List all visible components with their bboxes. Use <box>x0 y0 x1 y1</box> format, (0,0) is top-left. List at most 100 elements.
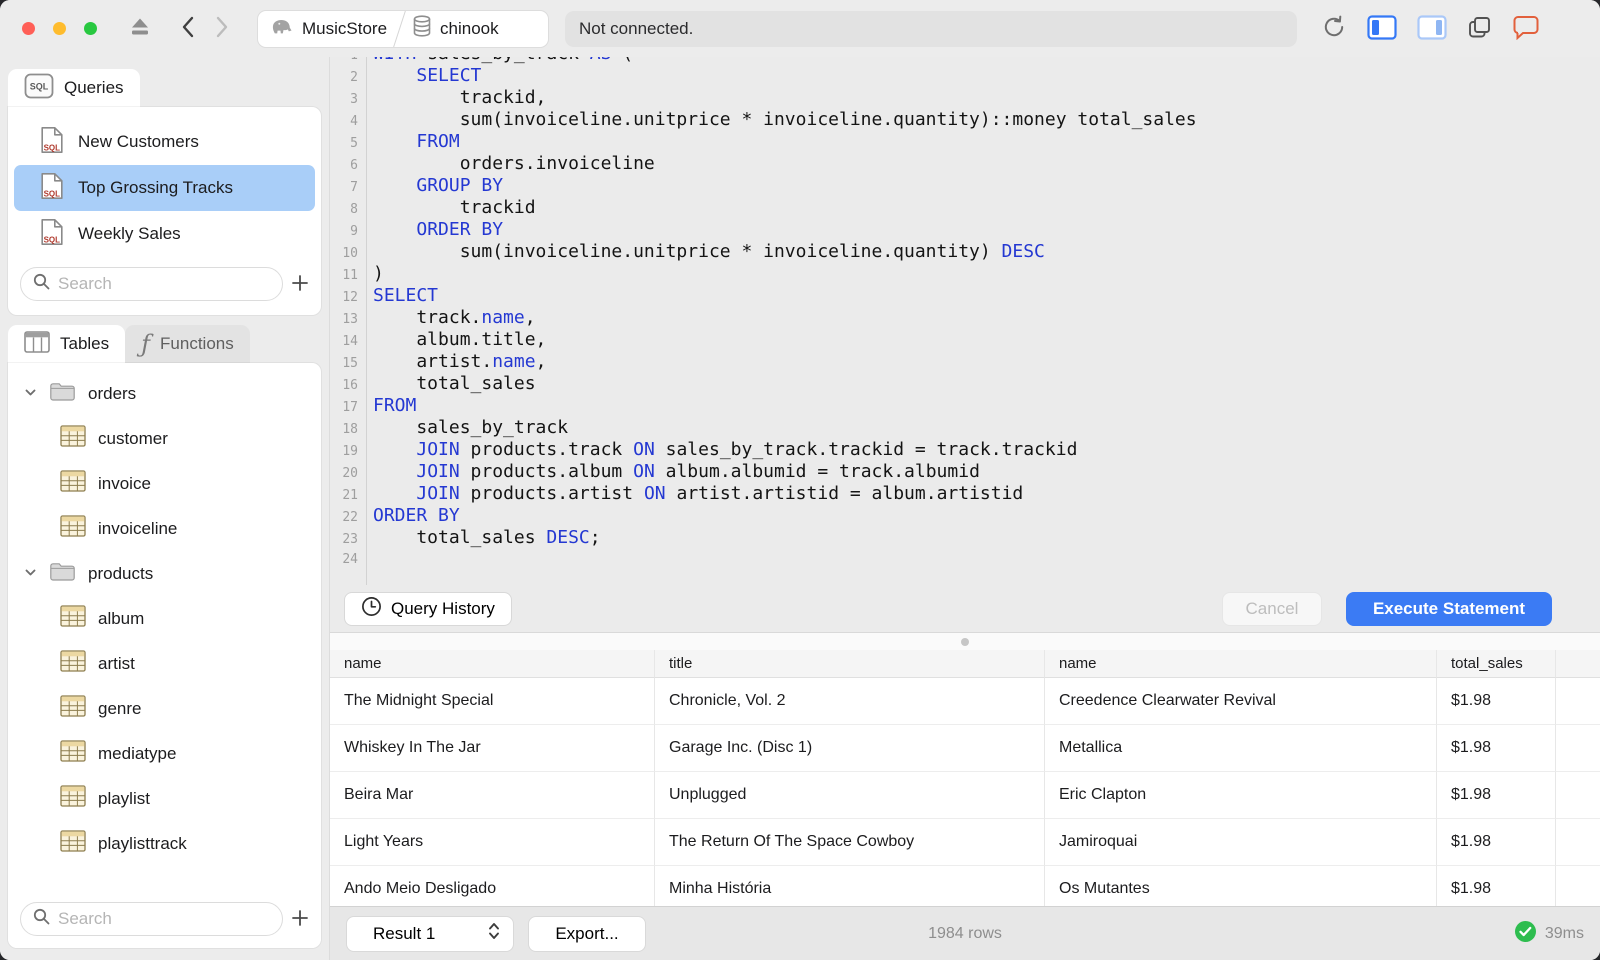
table-cell[interactable]: Garage Inc. (Disc 1) <box>655 725 1045 772</box>
back-button[interactable] <box>181 15 195 42</box>
code-text: FROM <box>416 131 460 152</box>
table-item[interactable]: invoice <box>8 461 321 506</box>
table-item[interactable]: customer <box>8 416 321 461</box>
tab-functions[interactable]: ƒ Functions <box>125 325 250 363</box>
results-header-row: name title name total_sales <box>330 650 1600 678</box>
schema-folder-item[interactable]: orders <box>8 371 321 416</box>
tree-item-label: playlist <box>98 788 150 808</box>
column-header[interactable]: name <box>330 650 655 678</box>
disconnect-eject-button[interactable] <box>127 15 153 42</box>
table-row[interactable]: The Midnight Special Chronicle, Vol. 2 Cre… <box>330 678 1600 725</box>
table-item[interactable]: playlist <box>8 776 321 821</box>
table-cell[interactable]: $1.98 <box>1437 819 1556 866</box>
table-cell[interactable]: Minha História <box>655 866 1045 906</box>
minimize-window-button[interactable] <box>53 22 66 35</box>
tab-queries[interactable]: SQL Queries <box>8 69 140 107</box>
table-cell[interactable]: Creedence Clearwater Revival <box>1045 678 1437 725</box>
table-cell[interactable]: The Midnight Special <box>330 678 655 725</box>
table-cell[interactable]: Chronicle, Vol. 2 <box>655 678 1045 725</box>
result-selector[interactable]: Result 1 <box>346 915 514 952</box>
tab-tables-label: Tables <box>60 334 110 353</box>
breadcrumb-database[interactable]: chinook <box>400 11 511 47</box>
queries-search-input[interactable]: Search <box>20 267 283 301</box>
tables-search-input[interactable]: Search <box>20 902 283 936</box>
column-header[interactable]: total_sales <box>1437 650 1556 678</box>
table-cell[interactable]: Metallica <box>1045 725 1437 772</box>
column-header[interactable]: title <box>655 650 1045 678</box>
toggle-right-sidebar-button[interactable] <box>1417 14 1447 43</box>
table-cell[interactable]: The Return Of The Space Cowboy <box>655 819 1045 866</box>
execute-statement-button[interactable]: Execute Statement <box>1346 591 1552 626</box>
sidebar-right-icon <box>1417 14 1447 43</box>
zoom-window-button[interactable] <box>84 22 97 35</box>
table-row[interactable]: Beira Mar Unplugged Eric Clapton $1.98 <box>330 772 1600 819</box>
code-text: ORDER BY <box>416 219 504 240</box>
close-window-button[interactable] <box>22 22 35 35</box>
feedback-button[interactable] <box>1512 15 1540 43</box>
table-item[interactable]: artist <box>8 641 321 686</box>
forward-button[interactable] <box>215 15 229 42</box>
code-text: JOIN products.album ON album.albumid = t… <box>416 461 980 482</box>
query-item[interactable]: SQL New Customers <box>14 119 315 165</box>
code-line: 8 trackid <box>330 197 1600 219</box>
add-table-button[interactable] <box>291 909 309 930</box>
table-row[interactable]: Light Years The Return Of The Space Cowbo… <box>330 819 1600 866</box>
results-body: The Midnight Special Chronicle, Vol. 2 Cre… <box>330 678 1600 906</box>
schema-folder-item[interactable]: products <box>8 551 321 596</box>
query-item[interactable]: SQL Top Grossing Tracks <box>14 165 315 211</box>
results-splitter[interactable] <box>330 632 1600 650</box>
table-cell[interactable]: $1.98 <box>1437 678 1556 725</box>
stepper-chevrons-icon <box>487 921 501 946</box>
chevron-down-icon[interactable] <box>24 564 37 584</box>
table-item[interactable]: genre <box>8 686 321 731</box>
table-cell[interactable]: $1.98 <box>1437 866 1556 906</box>
table-item[interactable]: album <box>8 596 321 641</box>
table-cell[interactable]: Beira Mar <box>330 772 655 819</box>
table-item[interactable]: playlisttrack <box>8 821 321 866</box>
table-item[interactable]: mediatype <box>8 731 321 776</box>
code-line: 4 sum(invoiceline.unitprice * invoicelin… <box>330 109 1600 131</box>
chevron-down-icon[interactable] <box>24 384 37 404</box>
column-header[interactable]: name <box>1045 650 1437 678</box>
add-query-button[interactable] <box>291 274 309 295</box>
table-cell[interactable]: Jamiroquai <box>1045 819 1437 866</box>
table-cell[interactable]: $1.98 <box>1437 725 1556 772</box>
sql-file-icon: SQL <box>40 172 64 205</box>
toggle-left-sidebar-button[interactable] <box>1367 14 1397 43</box>
line-number: 21 <box>342 488 358 503</box>
export-button[interactable]: Export... <box>528 915 646 952</box>
code-line: 6 orders.invoiceline <box>330 153 1600 175</box>
table-cell[interactable]: Os Mutantes <box>1045 866 1437 906</box>
query-history-button[interactable]: Query History <box>344 591 512 626</box>
line-number: 22 <box>342 510 358 525</box>
tree-item-label: genre <box>98 698 142 718</box>
code-text: track.name, <box>373 307 536 328</box>
table-row[interactable]: Ando Meio Desligado Minha História Os Muta… <box>330 866 1600 906</box>
table-cell[interactable]: Whiskey In The Jar <box>330 725 655 772</box>
svg-text:SQL: SQL <box>44 235 61 244</box>
table-cell[interactable]: Unplugged <box>655 772 1045 819</box>
line-number: 14 <box>342 334 358 349</box>
tab-tables[interactable]: Tables <box>8 325 126 363</box>
queries-panel: SQL New Customers SQL Top Grossing Tracks SQ… <box>8 107 321 315</box>
code-text: trackid, <box>373 87 547 108</box>
query-item[interactable]: SQL Weekly Sales <box>14 211 315 257</box>
code-text: WITH sales_by_track AS ( <box>367 57 633 65</box>
reload-button[interactable] <box>1321 14 1347 43</box>
cancel-button[interactable]: Cancel <box>1222 591 1322 626</box>
tree-item-label: customer <box>98 428 168 448</box>
code-text: sales_by_track <box>373 417 569 438</box>
table-cell[interactable]: Eric Clapton <box>1045 772 1437 819</box>
table-cell[interactable]: $1.98 <box>1437 772 1556 819</box>
line-number: 17 <box>342 400 358 415</box>
execute-statement-label: Execute Statement <box>1372 598 1526 618</box>
new-window-button[interactable] <box>1467 15 1492 43</box>
breadcrumb-connection[interactable]: MusicStore <box>258 11 399 47</box>
table-cell[interactable]: Ando Meio Desligado <box>330 866 655 906</box>
table-cell[interactable]: Light Years <box>330 819 655 866</box>
table-item[interactable]: invoiceline <box>8 506 321 551</box>
table-row[interactable]: Whiskey In The Jar Garage Inc. (Disc 1) Me… <box>330 725 1600 772</box>
line-number: 19 <box>342 444 358 459</box>
sql-editor[interactable]: 1WITH sales_by_track AS (2 SELECT3 track… <box>330 57 1600 585</box>
code-text: FROM <box>373 395 417 416</box>
